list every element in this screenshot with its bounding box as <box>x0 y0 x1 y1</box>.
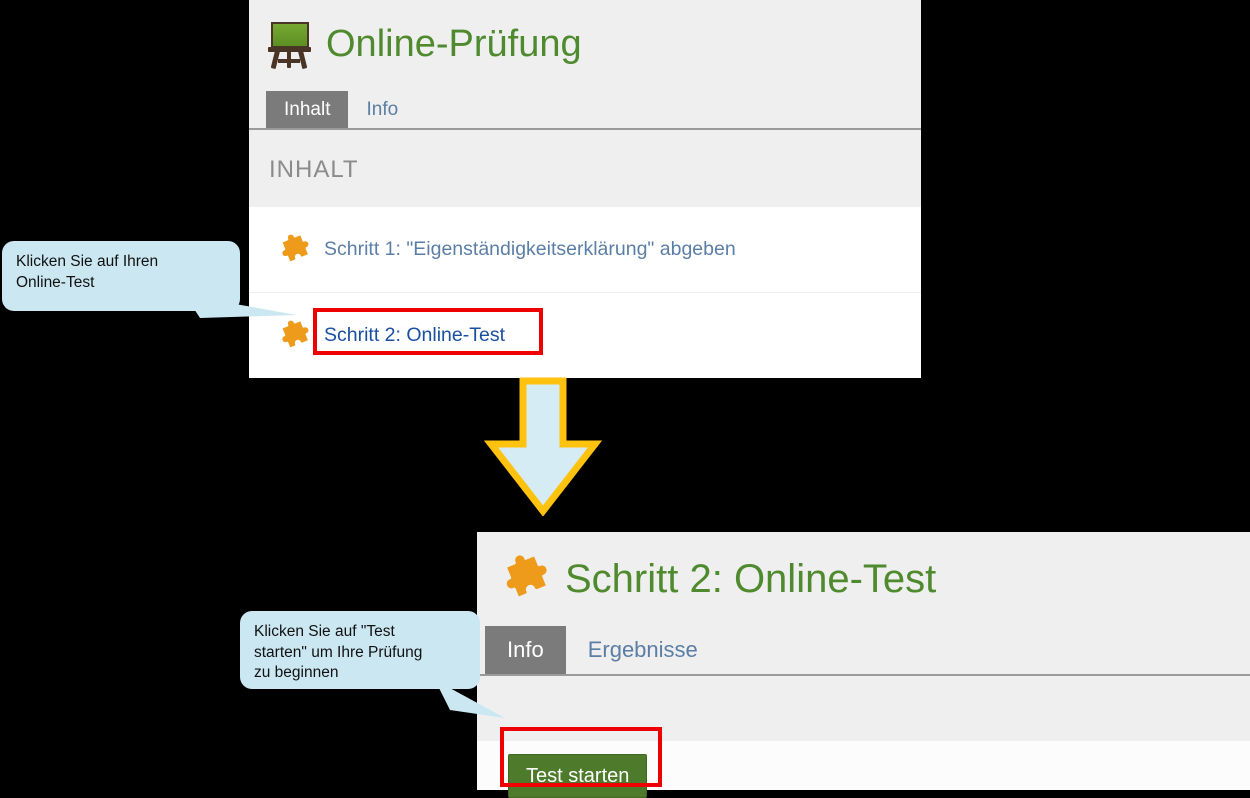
list-item[interactable]: Schritt 1: "Eigenständigkeitserklärung" … <box>249 207 921 292</box>
tab-ergebnisse[interactable]: Ergebnisse <box>566 626 720 674</box>
online-pruefung-panel: Online-Prüfung Inhalt Info INHALT Schrit… <box>249 0 921 378</box>
app-header: Online-Prüfung <box>249 0 921 88</box>
tab-info[interactable]: Info <box>348 91 416 128</box>
lower-page-title: Schritt 2: Online-Test <box>565 556 937 601</box>
easel-crossbar-shape <box>278 59 300 63</box>
lower-panel-body-content: Test starten <box>477 741 1250 798</box>
test-starten-button[interactable]: Test starten <box>508 754 648 798</box>
lower-tab-bar: Info Ergebnisse <box>477 626 1250 676</box>
upper-tab-bar: Inhalt Info <box>249 91 921 130</box>
section-header-label: INHALT <box>269 155 359 183</box>
list-item-label: Schritt 1: "Eigenständigkeitserklärung" … <box>324 238 736 260</box>
puzzle-piece-icon <box>506 555 547 597</box>
schritt2-online-test-panel: Schritt 2: Online-Test Info Ergebnisse T… <box>477 532 1250 798</box>
tab-inhalt[interactable]: Inhalt <box>266 91 349 128</box>
section-header-inhalt: INHALT <box>249 132 921 207</box>
callout-bubble-2: Klicken Sie auf "Test starten" um Ihre P… <box>240 611 480 689</box>
list-item[interactable]: Schritt 2: Online-Test <box>249 292 921 378</box>
down-arrow-icon <box>483 377 603 516</box>
easel-board-shape <box>271 22 309 48</box>
easel-blackboard-icon <box>266 19 312 70</box>
content-list: Schritt 1: "Eigenständigkeitserklärung" … <box>249 207 921 378</box>
lower-panel-header: Schritt 2: Online-Test <box>477 532 1250 626</box>
lower-panel-body: Test starten <box>477 678 1250 798</box>
list-item-label-step2: Schritt 2: Online-Test <box>324 324 505 346</box>
callout-bubble-1: Klicken Sie auf Ihren Online-Test <box>2 241 240 311</box>
page-title: Online-Prüfung <box>326 22 582 65</box>
